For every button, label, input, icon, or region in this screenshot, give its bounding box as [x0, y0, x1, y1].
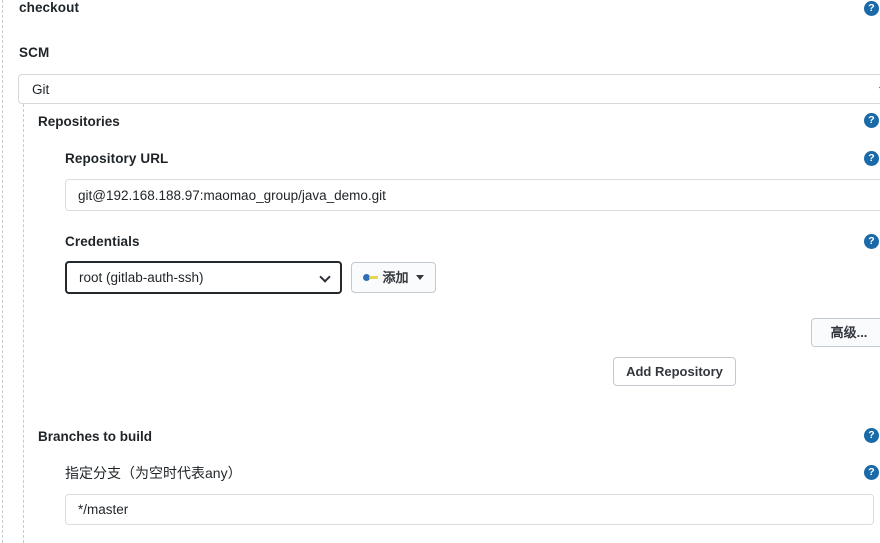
help-icon-checkout[interactable]: ? — [864, 1, 879, 16]
key-icon — [363, 273, 379, 283]
repository-url-input[interactable]: git@192.168.188.97:maomao_group/java_dem… — [65, 179, 880, 211]
repositories-section-label: Repositories — [38, 114, 120, 129]
form-inner-guide-rail — [23, 104, 24, 543]
help-icon-repositories[interactable]: ? — [864, 113, 879, 128]
branch-specifier-input[interactable]: */master — [65, 494, 874, 525]
credentials-label: Credentials — [65, 234, 140, 249]
add-credentials-label: 添加 — [382, 270, 409, 285]
credentials-select-value: root (gitlab-auth-ssh) — [79, 270, 204, 285]
help-icon-repository-url[interactable]: ? — [864, 151, 879, 166]
help-icon-credentials[interactable]: ? — [864, 234, 879, 249]
page-title: checkout — [19, 0, 80, 15]
repository-url-value: git@192.168.188.97:maomao_group/java_dem… — [78, 187, 386, 203]
advanced-button[interactable]: 高级... — [811, 318, 880, 347]
branch-specifier-value: */master — [78, 502, 129, 517]
credentials-select[interactable]: root (gitlab-auth-ssh) — [65, 261, 342, 294]
chevron-down-icon — [319, 270, 331, 283]
help-icon-branch-specifier[interactable]: ? — [864, 465, 879, 480]
scm-section-label: SCM — [19, 45, 50, 60]
help-icon-branches[interactable]: ? — [864, 428, 879, 443]
branches-section-label: Branches to build — [38, 429, 153, 444]
add-credentials-button[interactable]: 添加 — [351, 262, 436, 293]
add-repository-button[interactable]: Add Repository — [613, 357, 736, 386]
scm-select[interactable]: Git — [18, 74, 880, 104]
repository-url-label: Repository URL — [65, 151, 169, 166]
caret-down-icon — [415, 275, 424, 280]
branch-specifier-label: 指定分支（为空时代表any） — [65, 465, 242, 481]
scm-select-value: Git — [32, 81, 50, 97]
form-outer-guide-rail — [2, 0, 3, 543]
add-repository-button-label: Add Repository — [626, 364, 723, 379]
advanced-button-label: 高级... — [830, 325, 868, 340]
